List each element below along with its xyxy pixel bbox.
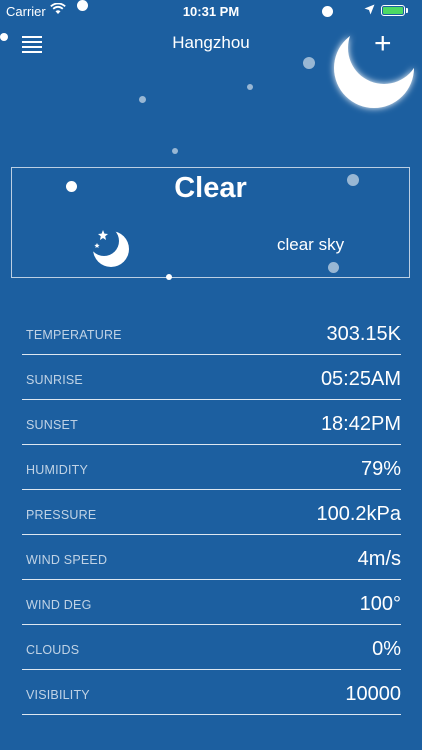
crescent-moon-stars-icon [90,228,132,270]
city-title: Hangzhou [172,33,250,52]
detail-label: CLOUDS [26,643,80,657]
detail-row: SUNRISE 05:25AM [22,355,401,400]
battery-tip [406,8,408,13]
battery-icon [381,5,405,16]
add-city-button[interactable]: + [374,29,392,59]
detail-value: 18:42PM [320,413,401,435]
detail-value: 100.2kPa [316,503,401,525]
detail-row: HUMIDITY 79% [22,445,401,490]
weather-summary: Clear clear sky [11,167,410,278]
detail-label: TEMPERATURE [26,328,122,342]
weather-details-list: TEMPERATURE 303.15K SUNRISE 05:25AM SUNSET 18… [22,310,401,715]
detail-row: VISIBILITY 10000 [22,670,401,715]
detail-row: WIND SPEED 4m/s [22,535,401,580]
snow-dot [139,96,146,103]
detail-value: 303.15K [326,323,401,345]
snow-dot [247,84,253,90]
status-bar: Carrier 10:31 PM [0,0,422,22]
detail-label: VISIBILITY [26,688,90,702]
detail-label: WIND DEG [26,598,92,612]
detail-value: 100° [359,593,401,615]
battery-level [383,7,403,14]
detail-value: 79% [360,458,401,480]
detail-value: 0% [372,638,401,660]
detail-value: 10000 [345,683,401,705]
snow-dot [172,148,178,154]
detail-row: SUNSET 18:42PM [22,400,401,445]
snow-dot [77,0,88,11]
status-time: 10:31 PM [182,4,240,19]
detail-row: WIND DEG 100° [22,580,401,625]
snow-dot [322,6,333,17]
detail-label: WIND SPEED [26,553,108,567]
detail-value: 05:25AM [320,368,401,390]
weather-main: Clear [174,172,247,204]
detail-row: TEMPERATURE 303.15K [22,310,401,355]
detail-row: CLOUDS 0% [22,625,401,670]
location-arrow-icon [364,4,375,15]
detail-label: SUNSET [26,418,78,432]
detail-label: SUNRISE [26,373,83,387]
weather-description: clear sky [277,235,345,254]
detail-label: PRESSURE [26,508,97,522]
detail-value: 4m/s [357,548,401,570]
detail-label: HUMIDITY [26,463,89,477]
detail-row: PRESSURE 100.2kPa [22,490,401,535]
